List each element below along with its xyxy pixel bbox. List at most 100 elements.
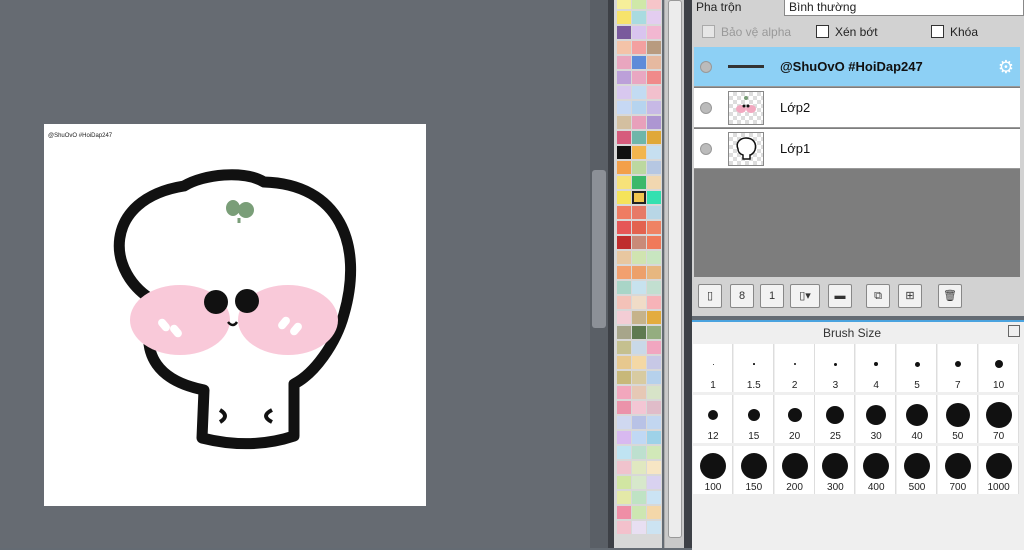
palette-swatch[interactable] [647,236,661,249]
palette-swatch[interactable] [632,116,646,129]
delete-layer-icon[interactable]: 🗑 [938,284,962,308]
palette-swatch[interactable] [617,326,631,339]
palette-swatch[interactable] [632,191,646,204]
palette-swatch[interactable] [617,341,631,354]
palette-swatch[interactable] [632,281,646,294]
palette-swatch[interactable] [617,41,631,54]
scrollbar-thumb[interactable] [592,170,606,328]
palette-swatch[interactable] [632,161,646,174]
palette-swatch[interactable] [617,101,631,114]
brush-size-option[interactable]: 1 [693,344,733,392]
brush-size-option[interactable]: 2 [774,344,815,392]
palette-swatch[interactable] [647,251,661,264]
palette-swatch[interactable] [632,416,646,429]
palette-swatch[interactable] [632,506,646,519]
brush-size-option[interactable]: 50 [937,395,978,443]
palette-swatch[interactable] [647,0,661,9]
palette-swatch[interactable] [617,251,631,264]
layer-row-watermark[interactable]: @ShuOvO #HoiDap247 ⚙ [694,47,1020,87]
palette-swatch[interactable] [617,221,631,234]
palette-swatch[interactable] [632,461,646,474]
palette-swatch[interactable] [617,266,631,279]
palette-swatch[interactable] [647,101,661,114]
palette-swatch[interactable] [617,521,631,534]
palette-swatch[interactable] [632,236,646,249]
palette-swatch[interactable] [632,491,646,504]
palette-swatch[interactable] [632,371,646,384]
palette-swatch[interactable] [632,311,646,324]
palette-swatch[interactable] [617,161,631,174]
palette-swatch[interactable] [632,206,646,219]
palette-swatch[interactable] [617,431,631,444]
palette-swatch[interactable] [647,311,661,324]
palette-swatch[interactable] [617,371,631,384]
palette-swatch[interactable] [617,386,631,399]
palette-swatch[interactable] [617,416,631,429]
palette-swatch[interactable] [617,461,631,474]
palette-swatch[interactable] [647,476,661,489]
palette-swatch[interactable] [647,431,661,444]
brush-size-option[interactable]: 1.5 [733,344,774,392]
new-layer-1bit-icon[interactable]: 1 [760,284,784,308]
palette-swatch[interactable] [632,131,646,144]
palette-swatch[interactable] [617,506,631,519]
brush-size-option[interactable]: 25 [815,395,856,443]
palette-swatch[interactable] [647,296,661,309]
palette-swatch[interactable] [617,116,631,129]
palette-swatch[interactable] [647,86,661,99]
palette-swatch[interactable] [632,401,646,414]
protect-alpha-checkbox[interactable]: Bảo vệ alpha [702,25,791,39]
brush-size-option[interactable]: 30 [856,395,897,443]
palette-swatch[interactable] [647,116,661,129]
palette-swatch[interactable] [617,236,631,249]
palette-swatch[interactable] [632,296,646,309]
palette-swatch[interactable] [632,341,646,354]
add-layer-menu-icon[interactable]: ▯▾ [790,284,820,308]
palette-swatch[interactable] [632,431,646,444]
brush-size-option[interactable]: 7 [937,344,978,392]
brush-size-option[interactable]: 5 [897,344,937,392]
visibility-icon[interactable] [700,102,712,114]
brush-size-option[interactable]: 500 [897,446,937,494]
palette-swatch[interactable] [632,266,646,279]
palette-swatch[interactable] [647,281,661,294]
brush-size-option[interactable]: 700 [937,446,978,494]
brush-size-option[interactable]: 4 [856,344,897,392]
palette-swatch[interactable] [647,191,661,204]
gear-icon[interactable]: ⚙ [998,57,1014,78]
palette-swatch[interactable] [617,311,631,324]
palette-swatch[interactable] [647,161,661,174]
palette-swatch[interactable] [647,146,661,159]
brush-size-option[interactable]: 400 [856,446,897,494]
palette-swatch[interactable] [647,521,661,534]
brush-size-option[interactable]: 3 [815,344,856,392]
palette-swatch[interactable] [617,446,631,459]
palette-swatch[interactable] [617,0,631,9]
palette-swatch[interactable] [647,266,661,279]
palette-swatch[interactable] [647,446,661,459]
brush-size-option[interactable]: 20 [774,395,815,443]
palette-swatch[interactable] [617,71,631,84]
palette-swatch[interactable] [632,221,646,234]
palette-swatch[interactable] [617,26,631,39]
palette-swatch[interactable] [632,26,646,39]
palette-swatch[interactable] [647,491,661,504]
palette-swatch[interactable] [632,356,646,369]
palette-swatch[interactable] [647,506,661,519]
palette-swatch[interactable] [647,26,661,39]
palette-swatch[interactable] [632,146,646,159]
palette-swatch[interactable] [647,401,661,414]
palette-swatch[interactable] [617,56,631,69]
scrollbar-thumb[interactable] [668,0,682,538]
palette-swatch[interactable] [647,56,661,69]
palette-swatch[interactable] [647,176,661,189]
new-layer-8bit-icon[interactable]: 8 [730,284,754,308]
palette-swatch[interactable] [617,131,631,144]
layer-row-lop2[interactable]: Lớp2 [694,88,1020,128]
brush-size-option[interactable]: 200 [774,446,815,494]
palette-swatch[interactable] [647,371,661,384]
clipping-checkbox[interactable]: Xén bớt [816,25,878,39]
palette-swatch[interactable] [632,446,646,459]
palette-swatch[interactable] [647,221,661,234]
palette-swatch[interactable] [647,11,661,24]
